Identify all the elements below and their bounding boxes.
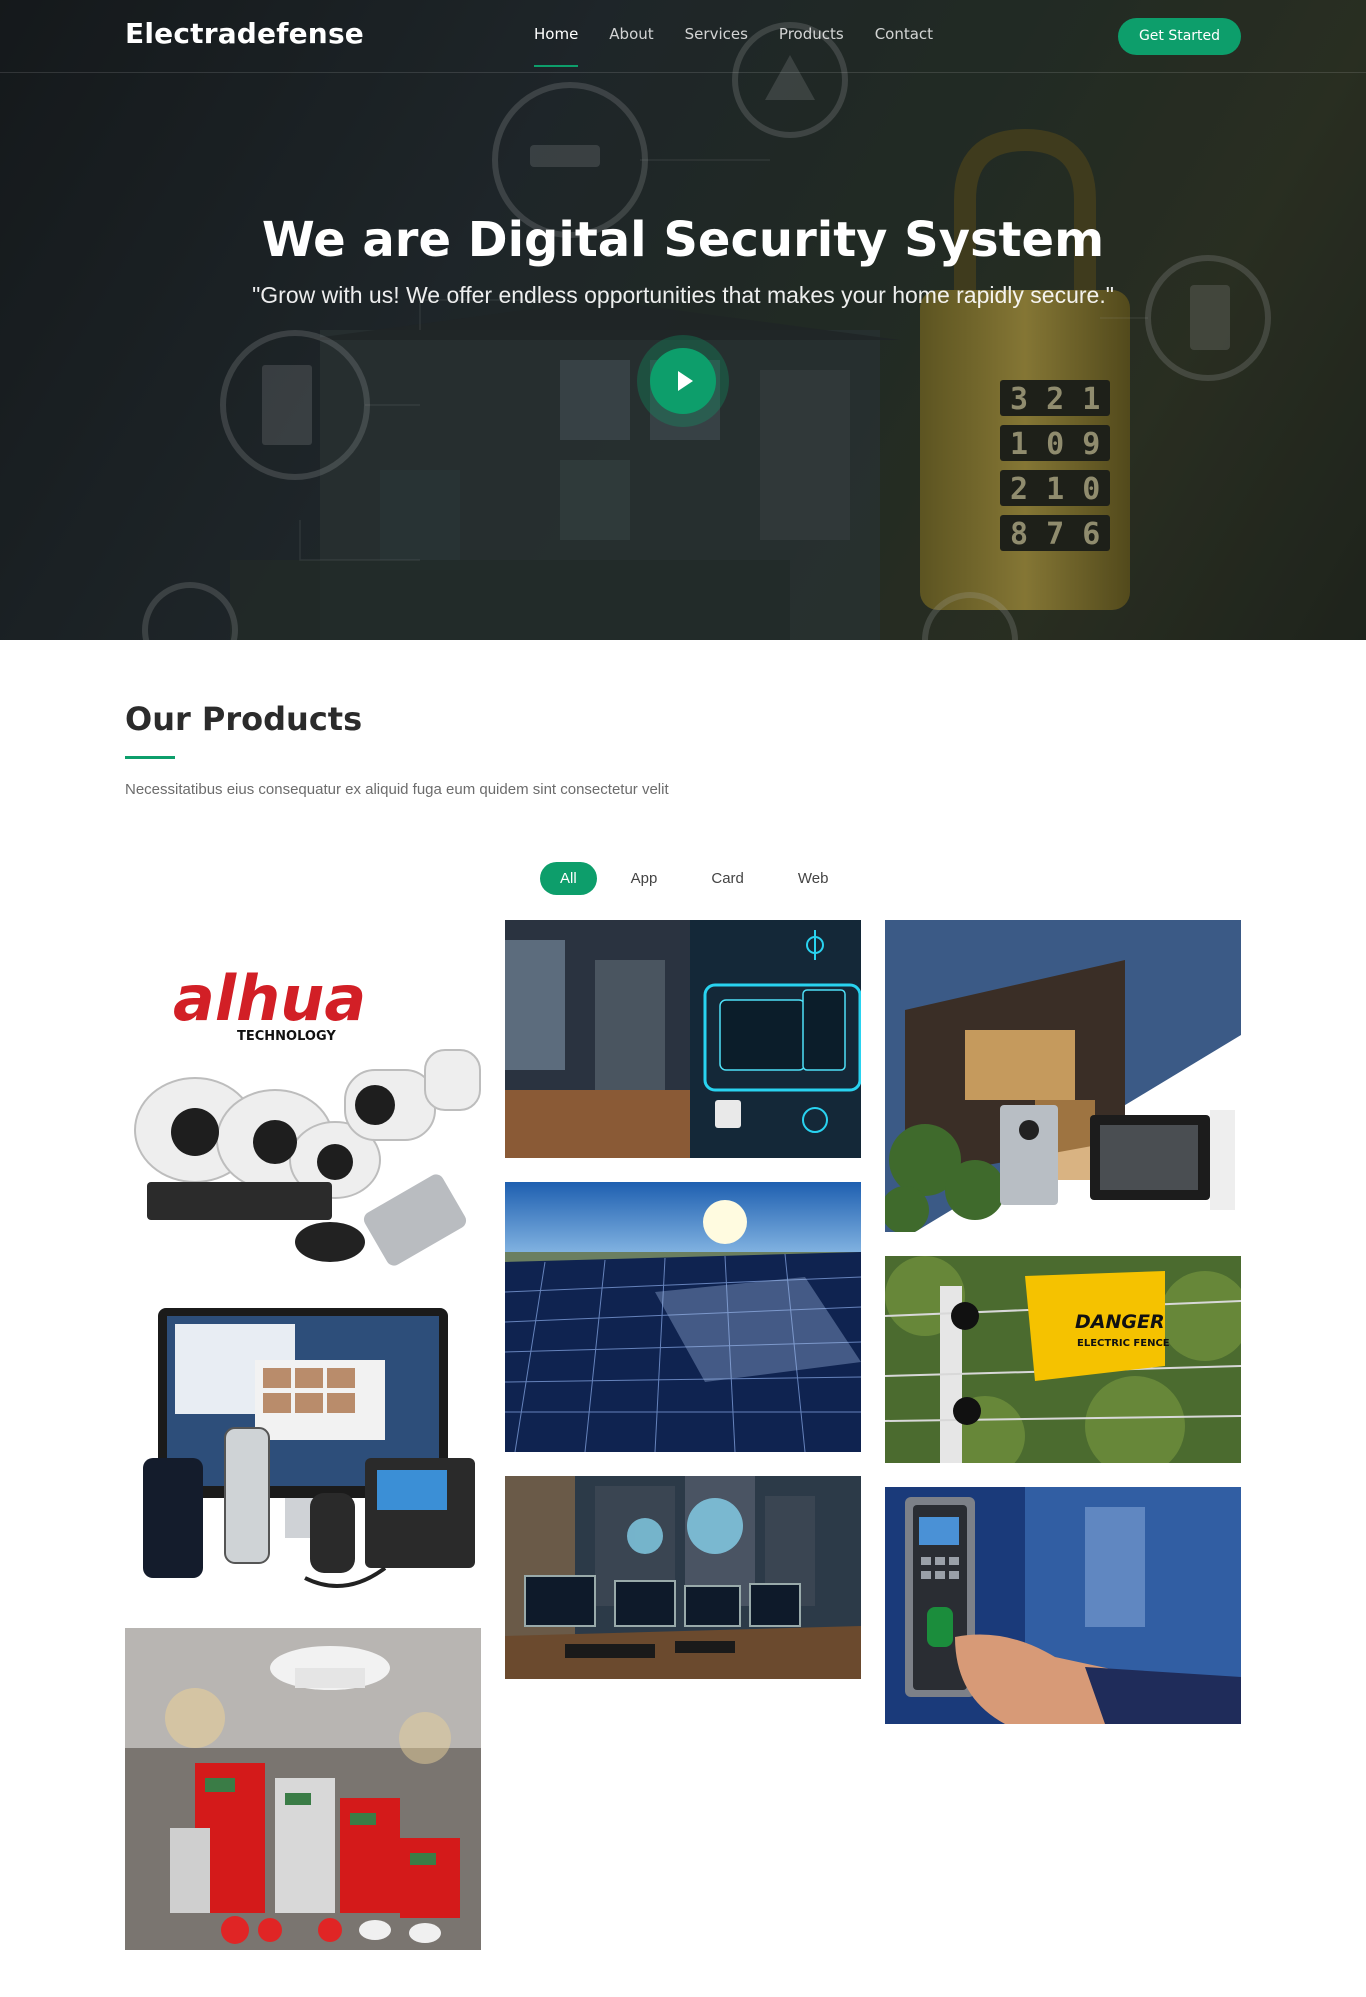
title-underline — [125, 756, 175, 759]
solar-panels-image — [505, 1182, 861, 1452]
product-card-video-door-phone[interactable] — [885, 920, 1241, 1232]
products-description: Necessitatibus eius consequatur ex aliqu… — [125, 781, 669, 798]
dahua-logo-subtext: TECHNOLOGY — [237, 1029, 336, 1044]
filter-app[interactable]: App — [611, 862, 678, 895]
filter-all[interactable]: All — [540, 862, 597, 895]
play-video-button[interactable] — [637, 335, 729, 427]
nav-item-about[interactable]: About — [609, 25, 653, 65]
main-nav: Home About Services Products Contact — [534, 25, 964, 67]
product-card-dahua-cctv[interactable]: alhua TECHNOLOGY — [125, 920, 481, 1276]
product-card-ip-telephony[interactable] — [125, 1298, 481, 1604]
product-card-network[interactable] — [505, 1476, 861, 1679]
dahua-logo-text: alhua — [173, 962, 366, 1035]
product-card-solar[interactable] — [505, 1182, 861, 1452]
site-header: Electradefense Home About Services Produ… — [0, 0, 1366, 73]
fence-sign-danger-text: DANGER — [1075, 1311, 1165, 1333]
products-section-title: Our Products — [125, 700, 363, 738]
ip-telephony-image — [125, 1298, 481, 1604]
nav-item-services[interactable]: Services — [685, 25, 748, 65]
smart-home-panel-image — [505, 920, 861, 1158]
biometric-access-image — [885, 1487, 1241, 1724]
electric-fence-image: DANGER ELECTRIC FENCE — [885, 1256, 1241, 1463]
product-card-electric-fence[interactable]: DANGER ELECTRIC FENCE — [885, 1256, 1241, 1463]
hero-subtitle: "Grow with us! We offer endless opportun… — [252, 282, 1114, 308]
fence-sign-subtext: ELECTRIC FENCE — [1077, 1338, 1170, 1349]
get-started-button[interactable]: Get Started — [1118, 18, 1241, 55]
product-card-biometric-access[interactable] — [885, 1487, 1241, 1724]
filter-card[interactable]: Card — [691, 862, 764, 895]
product-card-fire-alarm[interactable] — [125, 1628, 481, 1950]
filter-web[interactable]: Web — [778, 862, 849, 895]
hero-dark-overlay — [0, 0, 1366, 640]
cctv-kit-image: alhua TECHNOLOGY — [125, 920, 481, 1276]
nav-item-home[interactable]: Home — [534, 25, 579, 67]
network-servers-image — [505, 1476, 861, 1679]
product-card-smart-home[interactable] — [505, 920, 861, 1158]
fire-alarm-system-image — [125, 1628, 481, 1950]
play-icon — [650, 348, 716, 414]
nav-item-products[interactable]: Products — [779, 25, 844, 65]
nav-item-contact[interactable]: Contact — [875, 25, 933, 65]
video-door-phone-image — [885, 920, 1241, 1232]
brand-logo[interactable]: Electradefense — [125, 17, 364, 50]
product-filters: All App Card Web — [540, 862, 862, 895]
hero-section: 3 2 1 1 0 9 2 1 0 8 7 6 Electradefense H… — [0, 0, 1366, 640]
hero-title: We are Digital Security System — [261, 212, 1105, 268]
